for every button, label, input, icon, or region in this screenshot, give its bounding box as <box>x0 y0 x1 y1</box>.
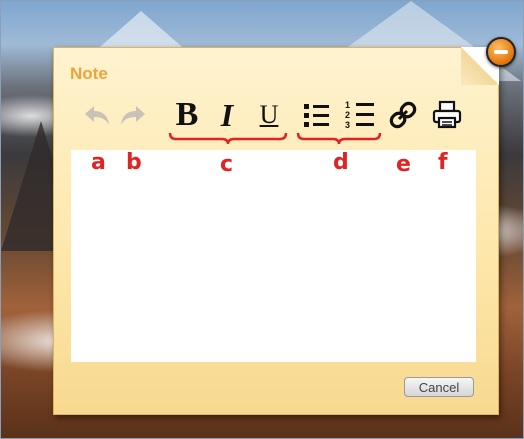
note-window: Note B I U 1 2 3 Cancel <box>53 47 499 415</box>
underline-button[interactable]: U <box>254 98 284 132</box>
bullet-list-icon <box>304 104 329 127</box>
numbered-list-icon: 1 2 3 <box>344 100 376 130</box>
redo-button[interactable] <box>116 98 150 132</box>
link-button[interactable] <box>386 98 420 132</box>
redo-arrow-icon <box>121 106 145 125</box>
link-icon <box>389 101 417 129</box>
bold-label: B <box>175 96 199 133</box>
callout-label-a: a <box>91 150 106 175</box>
list-number-3: 3 <box>345 120 351 130</box>
list-number-2: 2 <box>345 110 351 120</box>
undo-arrow-icon <box>85 106 109 125</box>
underline-label: U <box>259 100 279 129</box>
note-text-area[interactable] <box>71 150 476 362</box>
italic-button[interactable]: I <box>212 98 242 132</box>
print-button[interactable] <box>430 98 464 132</box>
callout-bracket-d <box>296 132 382 145</box>
callout-label-f: f <box>438 150 448 175</box>
callout-bracket-c <box>168 132 288 145</box>
bold-button[interactable]: B <box>170 98 204 132</box>
cancel-button[interactable]: Cancel <box>404 377 474 397</box>
print-icon <box>432 100 462 129</box>
callout-label-b: b <box>126 150 142 175</box>
callout-label-e: e <box>396 152 411 177</box>
numbered-list-button[interactable]: 1 2 3 <box>342 98 378 132</box>
italic-label: I <box>220 97 234 133</box>
close-note-button[interactable] <box>486 37 516 67</box>
callout-label-d: d <box>333 150 349 175</box>
note-title: Note <box>70 64 108 83</box>
list-number-1: 1 <box>345 100 351 110</box>
callout-label-c: c <box>220 152 234 177</box>
bullet-list-button[interactable] <box>300 98 334 132</box>
undo-button[interactable] <box>80 98 114 132</box>
minus-icon <box>494 50 508 54</box>
